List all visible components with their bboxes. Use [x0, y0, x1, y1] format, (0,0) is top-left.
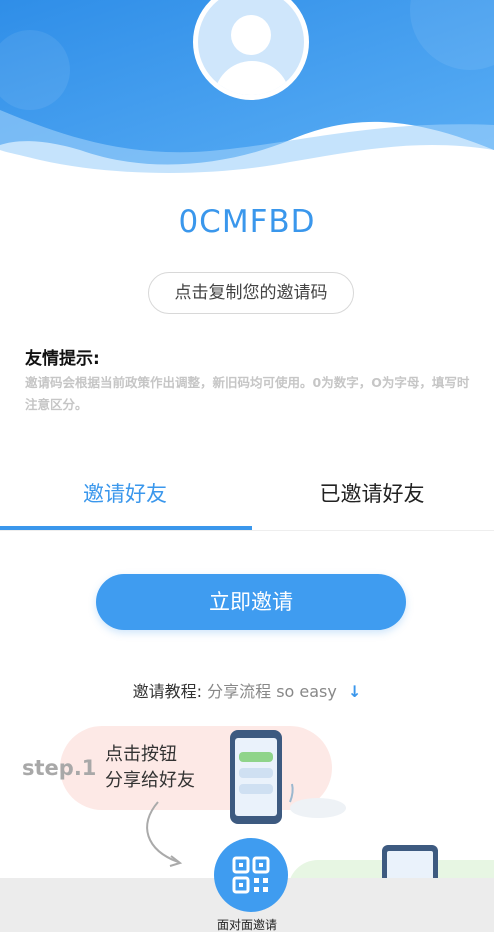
qr-code-icon [232, 856, 270, 894]
step1-line1: 点击按钮 [105, 744, 177, 765]
tab-divider [0, 530, 494, 531]
step-flow-arrow [146, 801, 183, 867]
tab-invite-friends[interactable]: 邀请好友 [0, 474, 250, 514]
qr-invite-label: 面对面邀请 [216, 918, 277, 932]
invite-code: 0CMFBD [178, 204, 316, 240]
tips-title: 友情提示: [25, 349, 100, 369]
avatar-body [214, 61, 290, 95]
step1-line2: 分享给好友 [105, 770, 195, 791]
tab-invited-friends[interactable]: 已邀请好友 [250, 474, 494, 514]
arrow-down-icon: ↓ [347, 682, 362, 701]
copy-invite-code-button[interactable]: 点击复制您的邀请码 [148, 272, 354, 314]
invite-now-button[interactable]: 立即邀请 [96, 574, 406, 630]
step1-label: step.1 [22, 756, 97, 780]
tutorial-sub: 分享流程 so easy [207, 682, 337, 701]
avatar-head [231, 15, 271, 55]
tutorial-header: 邀请教程: 分享流程 so easy ↓ [0, 678, 494, 702]
phone-illustration-icon [230, 730, 346, 824]
step1-text: 点击按钮 分享给好友 [105, 742, 195, 794]
qr-invite-button[interactable] [214, 838, 288, 912]
tips-text: 邀请码会根据当前政策作出调整，新旧码均可使用。0为数字，O为字母，填写时注意区分… [25, 375, 470, 412]
tutorial-label: 邀请教程: [132, 682, 203, 701]
